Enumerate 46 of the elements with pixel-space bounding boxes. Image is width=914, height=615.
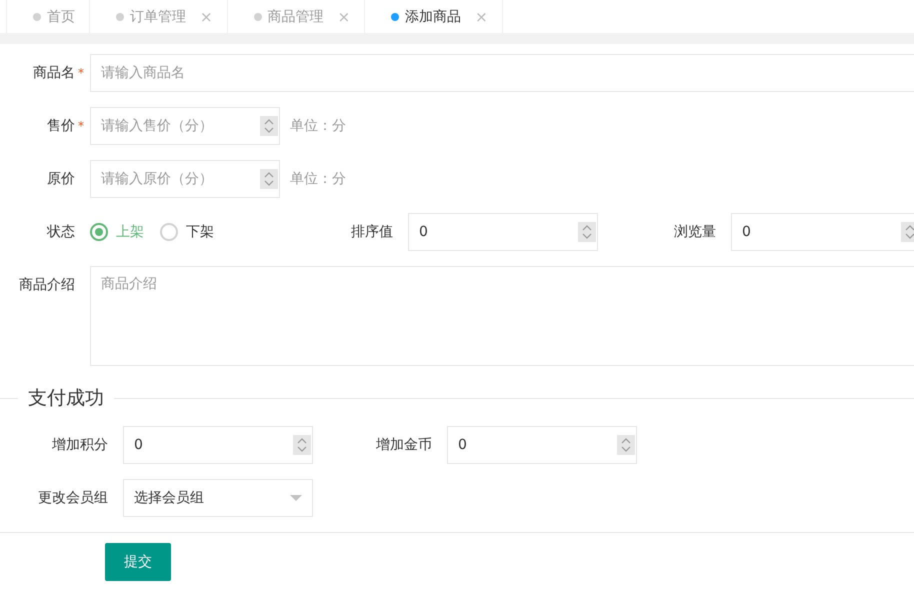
input-field[interactable]: 0	[447, 426, 637, 464]
spinner-icon[interactable]	[901, 222, 914, 242]
field-label: 原价	[47, 170, 75, 188]
radio-button[interactable]	[90, 223, 108, 241]
dot-icon	[116, 12, 124, 20]
spinner-icon[interactable]	[260, 116, 278, 136]
field-label: 增加金币	[376, 436, 432, 454]
input-field[interactable]: 请输入商品名	[90, 54, 914, 92]
input-field[interactable]: 0	[408, 213, 598, 251]
spinner-icon[interactable]	[578, 222, 596, 242]
dot-icon	[254, 12, 262, 20]
radio-label[interactable]: 下架	[186, 223, 214, 241]
radio-button[interactable]	[160, 223, 178, 241]
input-field[interactable]: 0	[731, 213, 914, 251]
tab[interactable]: 首页	[6, 0, 89, 33]
tab[interactable]: 订单管理 ×	[89, 0, 227, 33]
field-label: 商品名	[33, 64, 75, 82]
submit-button[interactable]: 提交	[105, 543, 171, 581]
field-label: 商品介绍	[19, 276, 75, 294]
tab[interactable]: 商品管理 ×	[226, 0, 364, 33]
radio-label[interactable]: 上架	[116, 223, 144, 241]
spinner-icon[interactable]	[617, 435, 635, 455]
text-area[interactable]: 商品介绍	[90, 266, 914, 366]
spinner-icon[interactable]	[293, 435, 311, 455]
dot-icon	[33, 12, 41, 20]
unit-text: 单位：分	[290, 170, 346, 188]
field-label: 排序值	[351, 223, 393, 241]
field-label: 增加积分	[52, 436, 108, 454]
field-label: 售价	[47, 117, 75, 135]
dropdown[interactable]: 选择会员组	[123, 479, 313, 517]
input-field[interactable]: 0	[123, 426, 313, 464]
dot-icon	[391, 12, 400, 20]
field-label: 更改会员组	[38, 489, 108, 507]
input-field[interactable]: 请输入售价（分）	[90, 107, 280, 145]
close-icon[interactable]: ×	[338, 8, 350, 26]
caret-icon	[290, 495, 302, 501]
spinner-icon[interactable]	[260, 169, 278, 189]
input-field[interactable]: 请输入原价（分）	[90, 160, 280, 198]
close-icon[interactable]: ×	[475, 8, 488, 26]
field-label: 浏览量	[674, 223, 716, 241]
unit-text: 单位：分	[290, 117, 346, 135]
tab[interactable]: 添加商品 ×	[364, 0, 503, 33]
close-icon[interactable]: ×	[200, 8, 213, 26]
required-mark: *	[78, 66, 84, 80]
field-label: 状态	[47, 223, 75, 241]
required-mark: *	[78, 119, 84, 133]
